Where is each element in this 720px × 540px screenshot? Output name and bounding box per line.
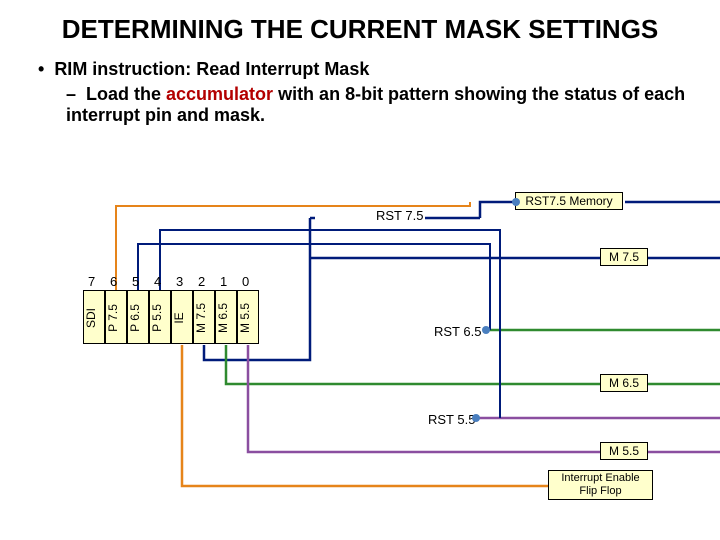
bit-label-ie: IE bbox=[172, 291, 194, 345]
bit-index-5: 5 bbox=[132, 274, 139, 289]
bullet-1-text: RIM instruction: Read Interrupt Mask bbox=[54, 59, 369, 79]
m55-box: M 5.5 bbox=[600, 442, 648, 460]
junction-dot bbox=[482, 326, 490, 334]
bullet-2-emphasis: accumulator bbox=[166, 84, 273, 104]
bit-label-p65: P 6.5 bbox=[128, 291, 150, 345]
bullet-2: – Load the accumulator with an 8-bit pat… bbox=[66, 84, 700, 126]
bit-cell-7: SDI bbox=[83, 290, 105, 344]
bit-cell-5: P 6.5 bbox=[127, 290, 149, 344]
m65-box: M 6.5 bbox=[600, 374, 648, 392]
rst75-memory-box: RST7.5 Memory bbox=[515, 192, 623, 210]
page-title: DETERMINING THE CURRENT MASK SETTINGS bbox=[0, 0, 720, 51]
junction-dot bbox=[512, 198, 520, 206]
bit-label-sdi: SDI bbox=[84, 291, 106, 345]
bit-cell-6: P 7.5 bbox=[105, 290, 127, 344]
bit-cell-0: M 5.5 bbox=[237, 290, 259, 344]
bit-index-4: 4 bbox=[154, 274, 161, 289]
rst55-label: RST 5.5 bbox=[428, 412, 475, 427]
bit-index-6: 6 bbox=[110, 274, 117, 289]
bit-cell-3: IE bbox=[171, 290, 193, 344]
bit-index-0: 0 bbox=[242, 274, 249, 289]
bit-label-p75: P 7.5 bbox=[106, 291, 128, 345]
bit-cell-1: M 6.5 bbox=[215, 290, 237, 344]
m75-box: M 7.5 bbox=[600, 248, 648, 266]
rst65-label: RST 6.5 bbox=[434, 324, 481, 339]
bullet-list: • RIM instruction: Read Interrupt Mask –… bbox=[0, 51, 720, 126]
bit-cell-4: P 5.5 bbox=[149, 290, 171, 344]
interrupt-enable-ff-box: Interrupt Enable Flip Flop bbox=[548, 470, 653, 500]
bit-index-3: 3 bbox=[176, 274, 183, 289]
bit-label-m55: M 5.5 bbox=[238, 291, 260, 345]
bullet-2-pre: Load the bbox=[86, 84, 166, 104]
rst75-label: RST 7.5 bbox=[376, 208, 423, 223]
bit-index-2: 2 bbox=[198, 274, 205, 289]
bit-index-7: 7 bbox=[88, 274, 95, 289]
bit-label-p55: P 5.5 bbox=[150, 291, 172, 345]
bit-index-1: 1 bbox=[220, 274, 227, 289]
bit-label-m75: M 7.5 bbox=[194, 291, 216, 345]
junction-dot bbox=[472, 414, 480, 422]
bit-cell-2: M 7.5 bbox=[193, 290, 215, 344]
bullet-1: • RIM instruction: Read Interrupt Mask bbox=[38, 59, 700, 80]
bit-label-m65: M 6.5 bbox=[216, 291, 238, 345]
diagram: RST7.5 Memory M 7.5 M 6.5 M 5.5 Interrup… bbox=[0, 190, 720, 540]
